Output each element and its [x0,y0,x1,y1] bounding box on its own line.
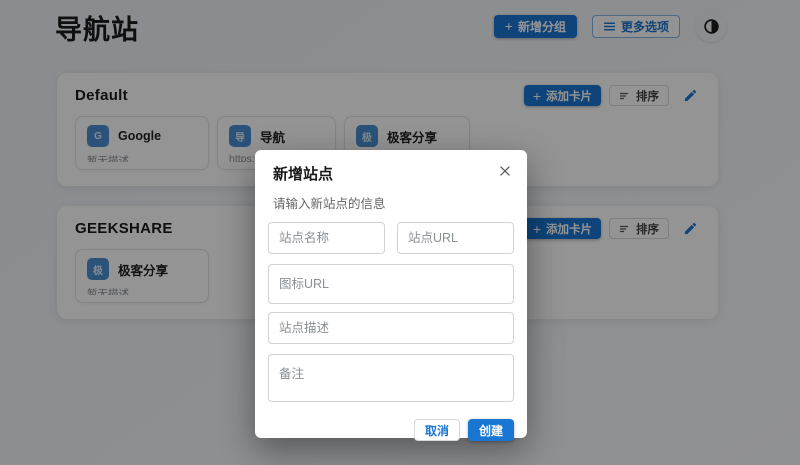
dialog-footer: 取消 创建 [255,407,527,441]
close-icon [498,164,512,178]
site-url-input[interactable] [397,222,514,254]
site-description-input[interactable] [268,312,514,344]
dialog-title: 新增站点 [273,166,334,183]
close-button[interactable] [495,161,515,181]
dialog-subtitle: 请输入新站点的信息 [273,197,386,211]
icon-url-input[interactable] [268,264,514,304]
notes-textarea[interactable] [268,354,514,402]
create-button[interactable]: 创建 [467,419,514,441]
cancel-button[interactable]: 取消 [413,419,460,441]
dialog-body [255,212,527,407]
add-site-dialog: 新增站点 请输入新站点的信息 取消 创建 [255,150,527,441]
site-name-input[interactable] [268,222,385,254]
name-url-row [268,222,514,254]
